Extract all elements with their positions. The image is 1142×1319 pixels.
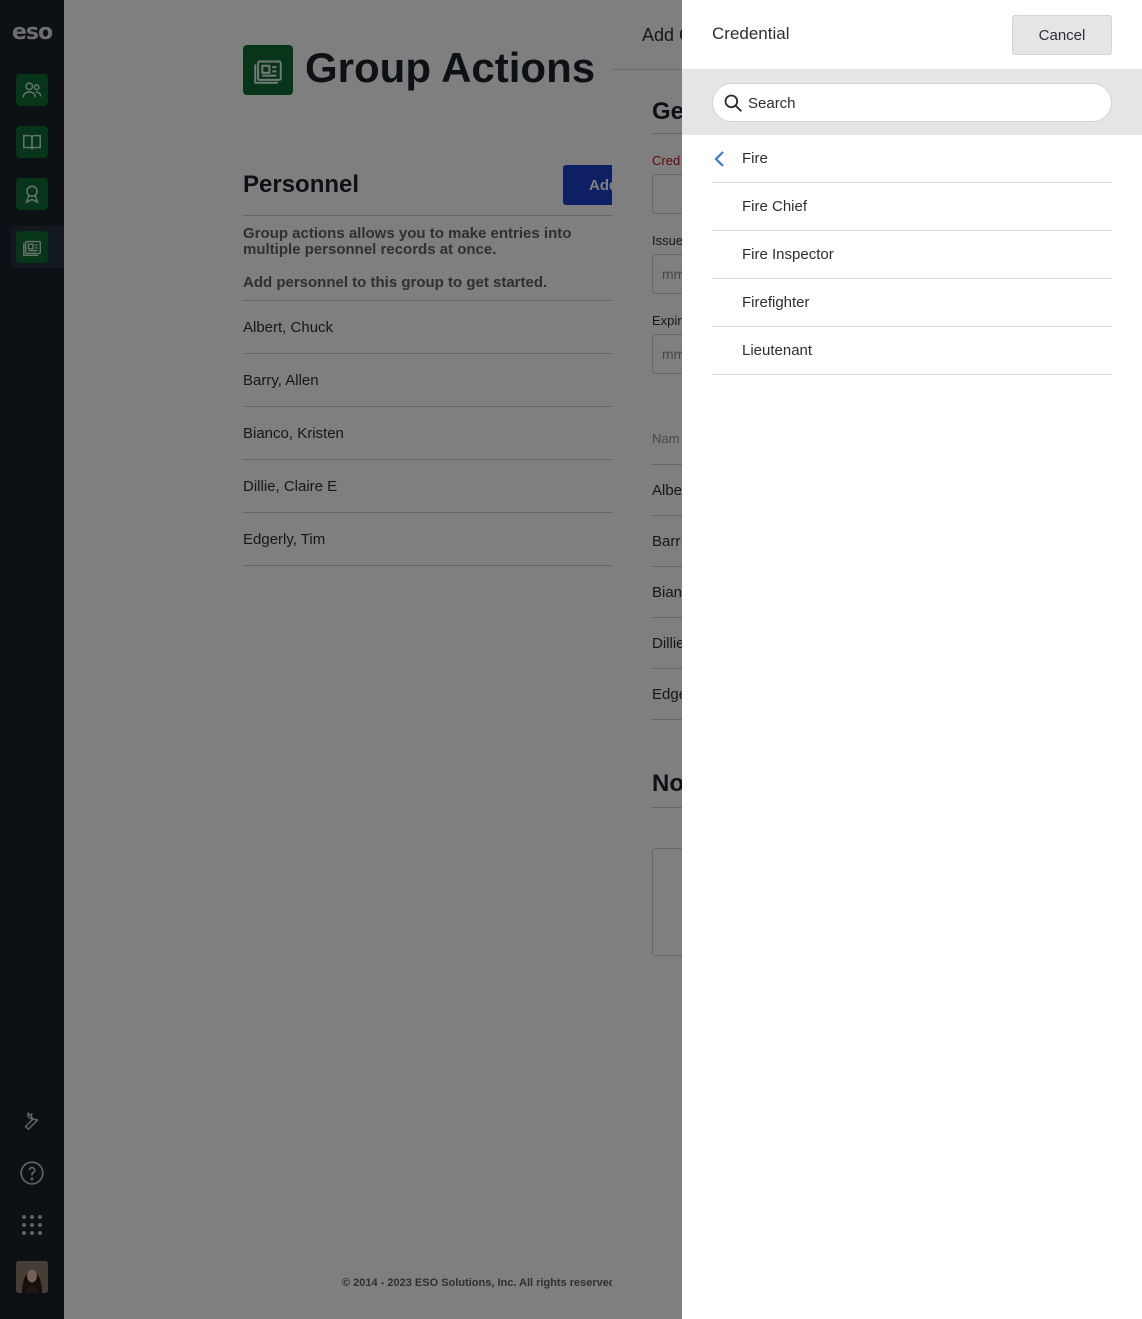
credential-list: Fire Fire Chief Fire Inspector Firefight… <box>712 135 1112 375</box>
search-input[interactable] <box>748 92 1098 114</box>
category-label: Fire <box>742 150 768 167</box>
credential-option[interactable]: Lieutenant <box>712 327 1112 375</box>
credential-option[interactable]: Firefighter <box>712 279 1112 327</box>
credential-option-label: Lieutenant <box>742 342 813 359</box>
credential-picker-panel: Credential Cancel Fire Fire Chief Fire I… <box>682 0 1142 1319</box>
search-icon <box>724 94 742 112</box>
back-to-category[interactable]: Fire <box>712 135 1112 183</box>
credential-option[interactable]: Fire Inspector <box>712 231 1112 279</box>
search-box[interactable] <box>712 83 1112 122</box>
credential-option-label: Fire Chief <box>742 198 808 215</box>
credential-option-label: Firefighter <box>742 294 810 311</box>
chevron-left-icon <box>714 151 724 167</box>
credential-option[interactable]: Fire Chief <box>712 183 1112 231</box>
search-band <box>682 69 1142 135</box>
picker-title: Credential <box>712 24 790 43</box>
credential-option-label: Fire Inspector <box>742 246 834 263</box>
cancel-button[interactable]: Cancel <box>1012 15 1112 55</box>
